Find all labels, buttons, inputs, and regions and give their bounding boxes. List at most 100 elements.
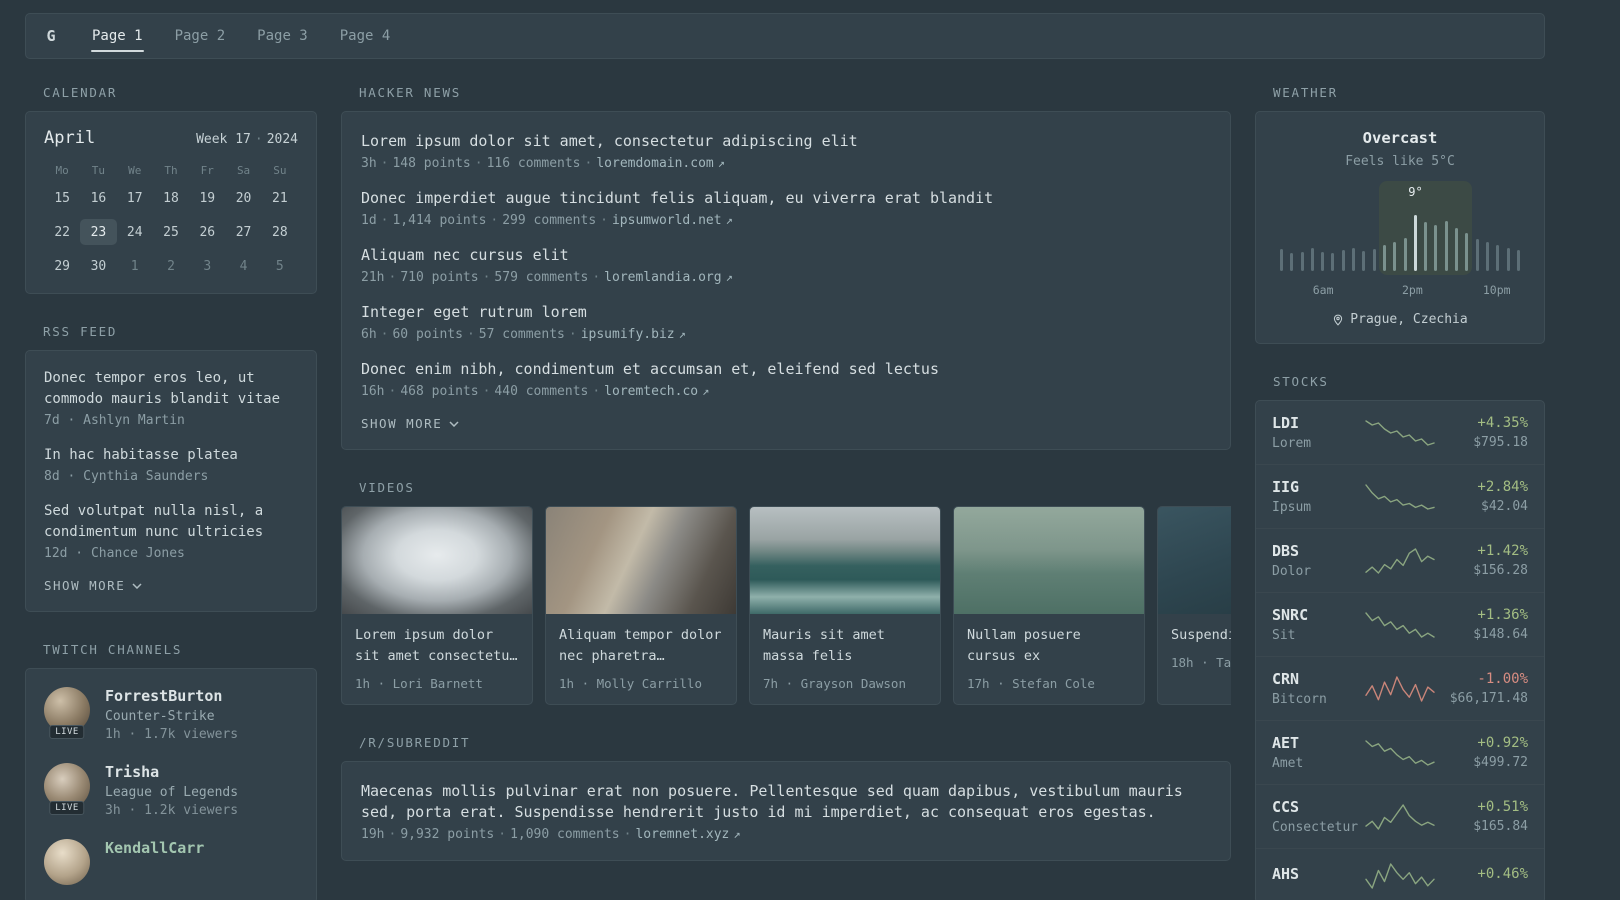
- stock-sparkline: [1365, 483, 1435, 510]
- hn-item-domain-link[interactable]: loremtech.co ↗: [604, 384, 709, 399]
- video-thumbnail[interactable]: [954, 507, 1144, 614]
- hn-item-title-link[interactable]: Integer eget rutrum lorem: [361, 302, 1211, 323]
- calendar-day: 26: [199, 224, 216, 240]
- video-card[interactable]: Suspendisse diam 18h · Tara: [1157, 506, 1231, 705]
- stock-price: $148.64: [1473, 627, 1528, 642]
- stock-row[interactable]: DBS Dolor +1.42% $156.28: [1256, 528, 1544, 592]
- twitch-channel[interactable]: LIVE ForrestBurton Counter-Strike 1h · 1…: [44, 687, 298, 742]
- stock-price: $499.72: [1473, 755, 1528, 770]
- stock-row[interactable]: LDI Lorem +4.35% $795.18: [1256, 401, 1544, 464]
- twitch-section-title: TWITCH CHANNELS: [43, 642, 183, 657]
- video-title-link[interactable]: Aliquam tempor dolor nec pharetra…: [559, 625, 723, 667]
- stock-name: Amet: [1272, 756, 1304, 771]
- hn-item-domain-link[interactable]: ipsumify.biz ↗: [581, 327, 686, 342]
- hn-item-title-link[interactable]: Aliquam nec cursus elit: [361, 245, 1211, 266]
- stock-sparkline: [1365, 547, 1435, 574]
- external-link-icon: ↗: [678, 327, 686, 341]
- tab-page-4[interactable]: Page 4: [324, 14, 407, 58]
- hn-item-meta: 21h · 710 points · 579 comments · loremlandia.…: [361, 270, 733, 285]
- live-badge: LIVE: [49, 725, 85, 739]
- video-thumbnail[interactable]: [546, 507, 736, 614]
- app-logo[interactable]: G: [26, 14, 76, 58]
- video-card[interactable]: Nullam posuere cursus ex 17h · Stefan Co…: [953, 506, 1145, 705]
- stock-symbol: DBS: [1272, 542, 1300, 560]
- hn-item-meta: 6h · 60 points · 57 comments · ipsumify.biz ↗: [361, 327, 686, 342]
- stock-name: Dolor: [1272, 564, 1312, 579]
- rss-item-title-link[interactable]: Sed volutpat nulla nisl, a condimentum n…: [44, 501, 298, 543]
- reddit-post-meta: 19h · 9,932 points · 1,090 comments · loremnet…: [361, 826, 741, 842]
- twitch-section: TWITCH CHANNELS LIVE ForrestBurton Count…: [25, 642, 317, 900]
- rss-item-title-link[interactable]: In hac habitasse platea: [44, 445, 298, 466]
- stock-name: Ipsum: [1272, 500, 1312, 515]
- twitch-channel[interactable]: KendallCarr: [44, 839, 298, 885]
- hn-show-more-button[interactable]: SHOW MORE: [361, 416, 1211, 431]
- video-thumbnail[interactable]: [750, 507, 940, 614]
- stock-symbol: CCS: [1272, 798, 1300, 816]
- video-card[interactable]: Mauris sit amet massa felis 7h · Grayson…: [749, 506, 941, 705]
- tab-page-1[interactable]: Page 1: [76, 14, 159, 58]
- calendar-day: 1: [130, 258, 139, 274]
- video-title-link[interactable]: Lorem ipsum dolor sit amet consectetu…: [355, 625, 519, 667]
- rss-item: Sed volutpat nulla nisl, a condimentum n…: [44, 501, 298, 561]
- stock-row[interactable]: AET Amet +0.92% $499.72: [1256, 720, 1544, 784]
- stock-row[interactable]: CRN Bitcorn -1.00% $66,171.48: [1256, 656, 1544, 720]
- rss-item-meta: 7d · Ashlyn Martin: [44, 413, 185, 428]
- weather-hourly-chart: 9°: [1276, 181, 1524, 275]
- stock-row[interactable]: AHS +0.46%: [1256, 848, 1544, 900]
- video-title-link[interactable]: Nullam posuere cursus ex: [967, 625, 1131, 667]
- video-thumbnail[interactable]: [1158, 507, 1231, 614]
- live-badge: LIVE: [49, 801, 85, 815]
- tab-page-2[interactable]: Page 2: [159, 14, 242, 58]
- stock-price: $165.84: [1473, 819, 1528, 834]
- stock-symbol: SNRC: [1272, 606, 1309, 624]
- rss-widget: Donec tempor eros leo, ut commodo mauris…: [25, 350, 317, 612]
- video-title-link[interactable]: Suspendisse diam: [1171, 625, 1231, 646]
- calendar-day: 4: [239, 258, 248, 274]
- video-meta: 7h · Grayson Dawson: [763, 675, 906, 691]
- reddit-post-domain-link[interactable]: loremnet.xyz ↗: [635, 827, 740, 842]
- hn-item-title-link[interactable]: Donec imperdiet augue tincidunt felis al…: [361, 188, 1211, 209]
- stock-name: Lorem: [1272, 436, 1312, 451]
- weather-location: Prague, Czechia: [1272, 312, 1528, 327]
- left-column: CALENDAR April Week 17 · 2024 Mo Tu We Th Fr Sa…: [25, 85, 317, 900]
- rss-show-more-button[interactable]: SHOW MORE: [44, 578, 298, 593]
- video-card[interactable]: Lorem ipsum dolor sit amet consectetu… 1…: [341, 506, 533, 705]
- hn-item-domain-link[interactable]: loremlandia.org ↗: [604, 270, 733, 285]
- stock-symbol: LDI: [1272, 414, 1300, 432]
- weather-bars: [1280, 213, 1520, 271]
- stock-price: $66,171.48: [1449, 691, 1528, 706]
- rss-item-title-link[interactable]: Donec tempor eros leo, ut commodo mauris…: [44, 368, 298, 410]
- middle-column: HACKER NEWS Lorem ipsum dolor sit amet, …: [341, 85, 1231, 900]
- calendar-day: 3: [203, 258, 212, 274]
- channel-name-link[interactable]: KendallCarr: [105, 839, 204, 857]
- calendar-day: 18: [163, 190, 179, 206]
- channel-name-link[interactable]: Trisha: [105, 763, 238, 781]
- hn-item-title-link[interactable]: Lorem ipsum dolor sit amet, consectetur …: [361, 131, 1211, 152]
- stock-row[interactable]: CCS Consectetur +0.51% $165.84: [1256, 784, 1544, 848]
- hn-item: Donec enim nibh, condimentum et accumsan…: [361, 359, 1211, 399]
- channel-name-link[interactable]: ForrestBurton: [105, 687, 238, 705]
- calendar-day: 28: [272, 224, 288, 240]
- video-card[interactable]: Aliquam tempor dolor nec pharetra… 1h · …: [545, 506, 737, 705]
- hn-item-domain-link[interactable]: loremdomain.com ↗: [596, 156, 725, 171]
- calendar-day: 22: [54, 224, 70, 240]
- stocks-section-title: STOCKS: [1273, 374, 1329, 389]
- hn-item-title-link[interactable]: Donec enim nibh, condimentum et accumsan…: [361, 359, 1211, 380]
- calendar-day-selected: 23: [80, 219, 117, 245]
- reddit-post-title-link[interactable]: Maecenas mollis pulvinar erat non posuer…: [361, 781, 1211, 823]
- calendar-day: 5: [275, 258, 284, 274]
- video-title-link[interactable]: Mauris sit amet massa felis: [763, 625, 927, 667]
- twitch-channel[interactable]: LIVE Trisha League of Legends 3h · 1.2k …: [44, 763, 298, 818]
- rss-section: RSS FEED Donec tempor eros leo, ut commo…: [25, 324, 317, 612]
- top-nav: G Page 1 Page 2 Page 3 Page 4: [25, 13, 1545, 59]
- channel-game: League of Legends: [105, 785, 239, 800]
- hn-item: Integer eget rutrum lorem 6h · 60 points · 5…: [361, 302, 1211, 342]
- hn-item-domain-link[interactable]: ipsumworld.net ↗: [612, 213, 733, 228]
- tab-page-3[interactable]: Page 3: [241, 14, 324, 58]
- external-link-icon: ↗: [725, 270, 733, 284]
- video-thumbnail[interactable]: [342, 507, 532, 614]
- stock-row[interactable]: IIG Ipsum +2.84% $42.04: [1256, 464, 1544, 528]
- stock-row[interactable]: SNRC Sit +1.36% $148.64: [1256, 592, 1544, 656]
- stock-name: Sit: [1272, 628, 1296, 643]
- hacker-news-section-title: HACKER NEWS: [359, 85, 462, 100]
